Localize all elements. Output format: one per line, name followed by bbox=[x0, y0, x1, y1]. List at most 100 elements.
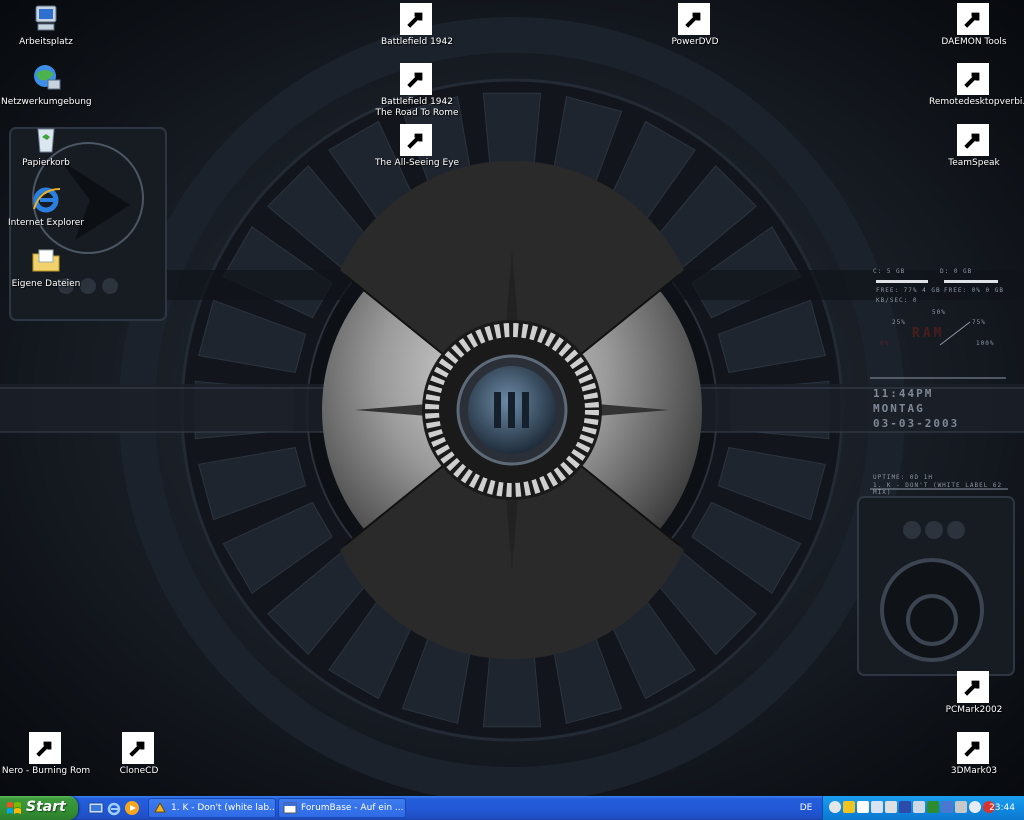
taskbar-button-winamp[interactable]: 1. K - Don't (white lab... bbox=[148, 798, 276, 818]
desktop-icon-label: The All-Seeing Eye bbox=[374, 158, 460, 168]
hud-pct-50: 50% bbox=[932, 309, 946, 316]
tray-display-icon[interactable] bbox=[885, 801, 897, 813]
desktop-icon-internet-explorer[interactable]: Internet Explorer bbox=[1, 183, 91, 229]
start-label: Start bbox=[26, 799, 66, 815]
desktop-icon-arbeitsplatz[interactable]: Arbeitsplatz bbox=[1, 2, 91, 48]
my-documents-icon bbox=[30, 244, 62, 276]
powerdvd-icon bbox=[678, 2, 711, 35]
desktop-icon-battlefield-road-to-rome[interactable]: BF Battlefield 1942 The Road To Rome bbox=[372, 62, 462, 119]
hud-now-playing: 1. K - DON'T (WHITE LABEL 62 MIX) bbox=[873, 482, 1003, 496]
desktop-icon-nero[interactable]: Nero - Burning Rom bbox=[1, 731, 91, 777]
ie-quicklaunch-icon[interactable] bbox=[106, 800, 122, 816]
all-seeing-eye-icon bbox=[400, 123, 433, 156]
desktop-icon-battlefield-1942[interactable]: BF Battlefield 1942 bbox=[372, 2, 462, 48]
desktop-icon-netzwerkumgebung[interactable]: Netzwerkumgebung bbox=[1, 62, 92, 108]
network-places-icon bbox=[30, 62, 62, 94]
winamp-icon bbox=[154, 801, 166, 813]
desktop-icon-label: Battlefield 1942 The Road To Rome bbox=[375, 97, 459, 118]
shortcut-arrow-icon bbox=[678, 3, 710, 35]
shortcut-arrow-icon bbox=[957, 63, 989, 95]
teamspeak-icon bbox=[957, 123, 990, 156]
internet-explorer-icon bbox=[30, 183, 62, 215]
hud-pct-25: 25% bbox=[892, 319, 906, 326]
tray-nvidia-icon[interactable] bbox=[927, 801, 939, 813]
my-computer-icon bbox=[30, 2, 62, 34]
taskbar-clock[interactable]: 23:44 bbox=[989, 796, 1015, 820]
tray-monitor-icon[interactable] bbox=[899, 801, 911, 813]
hud-drive-c: C: 5 GB bbox=[873, 268, 906, 275]
desktop-icon-label: Netzwerkumgebung bbox=[1, 97, 92, 107]
desktop-icon-pcmark2002[interactable]: PCMark2002 bbox=[929, 670, 1019, 716]
3dmark-icon bbox=[957, 731, 990, 764]
desktop-icon-label: Eigene Dateien bbox=[11, 279, 81, 289]
recycle-bin-icon bbox=[30, 123, 62, 155]
desktop-icon-label: Remotedesktopverbi... bbox=[929, 97, 1024, 107]
hud-free-c: FREE: 77% 4 GB bbox=[876, 287, 941, 294]
desktop-icon-label: Papierkorb bbox=[22, 158, 70, 168]
desktop-icon-remote-desktop[interactable]: Remotedesktopverbi... bbox=[929, 62, 1024, 108]
show-desktop-icon[interactable] bbox=[88, 800, 104, 816]
desktop-icon-label: Arbeitsplatz bbox=[19, 37, 73, 47]
shortcut-arrow-icon bbox=[957, 732, 989, 764]
taskbar-button-forumbase[interactable]: ForumBase - Auf ein ... bbox=[278, 798, 406, 818]
hud-free-d: FREE: 0% 0 GB bbox=[944, 287, 1004, 294]
shortcut-arrow-icon bbox=[957, 124, 989, 156]
desktop-icon-teamspeak[interactable]: TeamSpeak bbox=[929, 123, 1019, 169]
shortcut-arrow-icon bbox=[957, 671, 989, 703]
taskbar-button-label: ForumBase - Auf ein ... bbox=[301, 803, 404, 813]
desktop-icon-daemon-tools[interactable]: DAEMON Tools bbox=[929, 2, 1019, 48]
hud-kbsec: KB/SEC: 0 bbox=[876, 297, 918, 304]
shortcut-arrow-icon bbox=[29, 732, 61, 764]
hud-pct-100: 100% bbox=[976, 340, 995, 347]
desktop-icon-label: Internet Explorer bbox=[7, 218, 85, 228]
hud-time: 11:44PM bbox=[873, 387, 934, 400]
desktop-icon-3dmark03[interactable]: 3DMark03 bbox=[929, 731, 1019, 777]
shortcut-arrow-icon bbox=[400, 63, 432, 95]
hud-pct-75: 75% bbox=[972, 319, 986, 326]
remote-desktop-icon bbox=[957, 62, 990, 95]
desktop-icon-label: TeamSpeak bbox=[948, 158, 1000, 168]
desktop-icon-all-seeing-eye[interactable]: The All-Seeing Eye bbox=[372, 123, 462, 169]
hud-date: 03-03-2003 bbox=[873, 417, 960, 430]
tray-volume-icon[interactable] bbox=[955, 801, 967, 813]
browser-window-icon bbox=[283, 802, 297, 814]
language-indicator[interactable]: DE bbox=[796, 796, 816, 820]
desktop-icon-clonecd[interactable]: CloneCD bbox=[94, 731, 184, 777]
tray-bluetooth-icon[interactable] bbox=[941, 801, 953, 813]
desktop-icon-label: PowerDVD bbox=[671, 37, 719, 47]
desktop-icon-eigene-dateien[interactable]: Eigene Dateien bbox=[1, 244, 91, 290]
tray-teamspeak-icon[interactable] bbox=[969, 801, 981, 813]
tray-connection-icon[interactable] bbox=[913, 801, 925, 813]
desktop-icon-powerdvd[interactable]: PowerDVD bbox=[650, 2, 740, 48]
hud-drive-d: D: 0 GB bbox=[940, 268, 973, 275]
shortcut-arrow-icon bbox=[400, 3, 432, 35]
pcmark-icon bbox=[957, 670, 990, 703]
battlefield-rtr-icon: BF bbox=[400, 62, 433, 95]
battlefield-icon: BF bbox=[400, 2, 433, 35]
media-player-icon[interactable] bbox=[124, 800, 140, 816]
start-button[interactable]: Start bbox=[0, 796, 78, 820]
desktop-icon-label: PCMark2002 bbox=[945, 705, 1003, 715]
desktop[interactable]: C: 5 GB D: 0 GB FREE: 77% 4 GB FREE: 0% … bbox=[0, 0, 1024, 796]
clonecd-icon bbox=[122, 731, 155, 764]
desktop-icon-label: DAEMON Tools bbox=[941, 37, 1007, 47]
taskbar: Start 1. K - Don't (white lab... ForumBa… bbox=[0, 796, 1024, 820]
wallpaper bbox=[0, 0, 1024, 796]
hud-ram: RAM bbox=[912, 326, 945, 341]
desktop-icon-label: Battlefield 1942 bbox=[381, 37, 453, 47]
desktop-icon-label: Nero - Burning Rom bbox=[1, 766, 91, 776]
desktop-icon-papierkorb[interactable]: Papierkorb bbox=[1, 123, 91, 169]
desktop-icon-label: CloneCD bbox=[119, 766, 159, 776]
shortcut-arrow-icon bbox=[957, 3, 989, 35]
tray-messenger-icon[interactable] bbox=[843, 801, 855, 813]
system-tray: 23:44 bbox=[822, 796, 1024, 820]
tray-schedule-icon[interactable] bbox=[857, 801, 869, 813]
hud-pct-0: 0% bbox=[880, 340, 890, 347]
shortcut-arrow-icon bbox=[122, 732, 154, 764]
tray-disc-icon[interactable] bbox=[829, 801, 841, 813]
tray-network-icon[interactable] bbox=[871, 801, 883, 813]
hud-day: MONTAG bbox=[873, 402, 925, 415]
windows-flag-icon bbox=[7, 802, 21, 814]
desktop-icon-label: 3DMark03 bbox=[950, 766, 998, 776]
taskbar-button-label: 1. K - Don't (white lab... bbox=[171, 803, 276, 813]
